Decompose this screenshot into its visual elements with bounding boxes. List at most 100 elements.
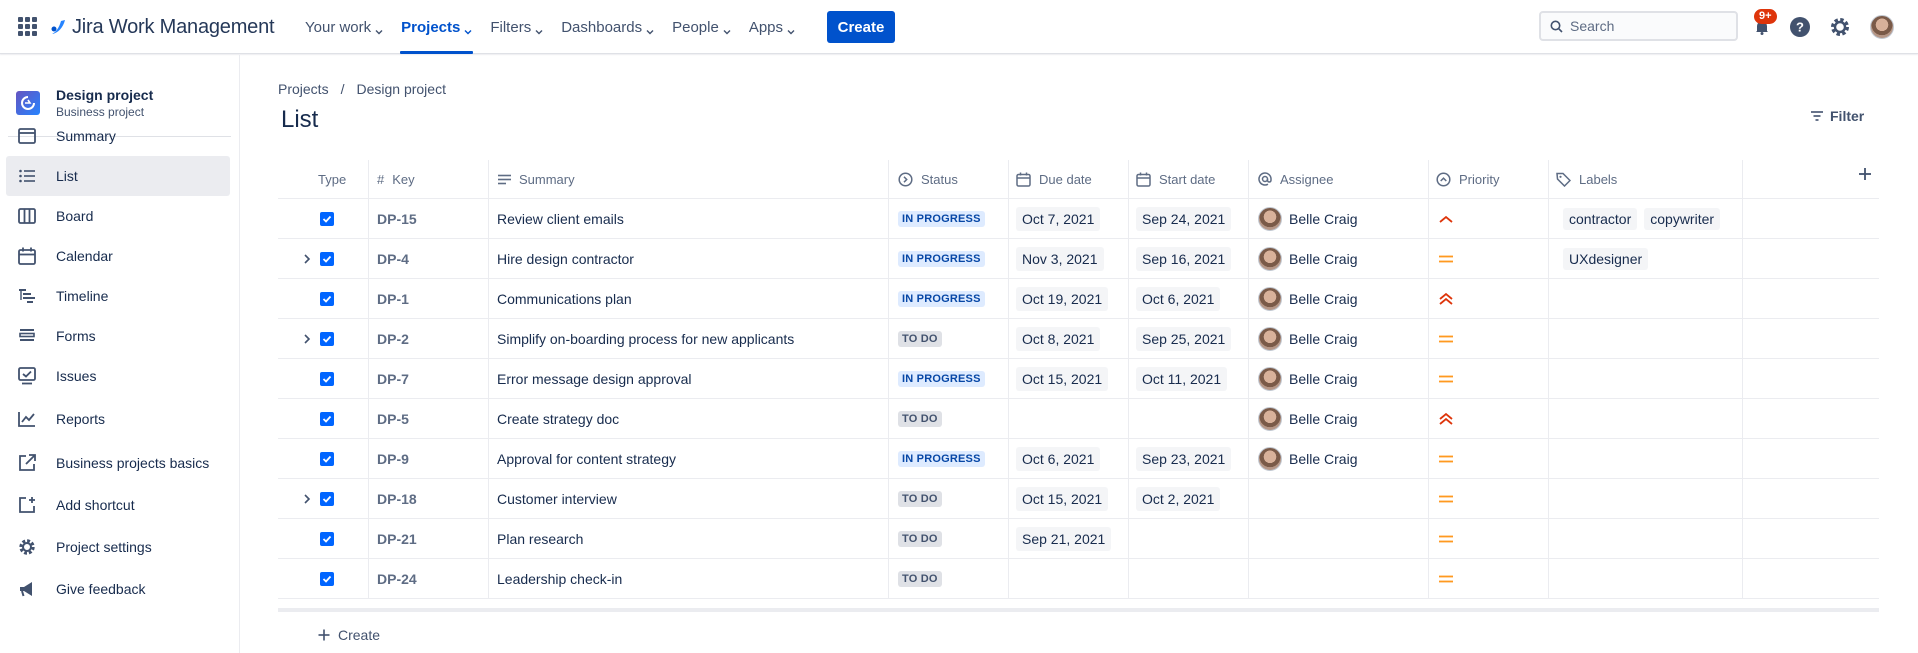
- column-header-assignee[interactable]: Assignee: [1258, 160, 1333, 198]
- breadcrumb-projects[interactable]: Projects: [278, 81, 329, 97]
- project-header[interactable]: Design project Business project: [16, 87, 153, 119]
- column-header-type[interactable]: Type: [318, 160, 346, 198]
- due-date-cell[interactable]: Oct 19, 2021: [1016, 279, 1109, 319]
- issue-key-link[interactable]: DP-2: [377, 331, 409, 347]
- assignee-cell[interactable]: Belle Craig: [1258, 279, 1357, 319]
- summary-cell[interactable]: Communications plan: [497, 279, 632, 319]
- add-column-button[interactable]: [1858, 167, 1872, 184]
- status-cell[interactable]: IN PROGRESS: [898, 359, 985, 399]
- status-cell[interactable]: TO DO: [898, 479, 942, 519]
- sidebar-item-reports[interactable]: Reports: [6, 399, 230, 439]
- issue-key-link[interactable]: DP-24: [377, 571, 417, 587]
- nav-your-work[interactable]: Your work: [296, 0, 392, 54]
- table-row[interactable]: DP-5 Create strategy doc TO DO Belle Craig: [278, 398, 1879, 438]
- column-header-key[interactable]: # Key: [377, 160, 415, 198]
- priority-cell[interactable]: [1438, 519, 1454, 559]
- assignee-cell[interactable]: Belle Craig: [1258, 359, 1357, 399]
- search-field[interactable]: [1539, 11, 1738, 41]
- issue-key-link[interactable]: DP-15: [377, 211, 417, 227]
- column-header-labels[interactable]: Labels: [1556, 160, 1617, 198]
- app-switcher-icon[interactable]: [18, 17, 37, 36]
- issue-key-link[interactable]: DP-7: [377, 371, 409, 387]
- status-cell[interactable]: IN PROGRESS: [898, 439, 985, 479]
- nav-filters[interactable]: Filters: [481, 0, 552, 54]
- sidebar-item-summary[interactable]: Summary: [6, 116, 230, 156]
- due-date-cell[interactable]: Oct 15, 2021: [1016, 479, 1109, 519]
- issue-key-link[interactable]: DP-1: [377, 291, 409, 307]
- nav-dashboards[interactable]: Dashboards: [552, 0, 663, 54]
- product-logo[interactable]: Jira Work Management: [50, 14, 275, 40]
- issue-key-link[interactable]: DP-9: [377, 451, 409, 467]
- sidebar-item-calendar[interactable]: Calendar: [6, 236, 230, 276]
- issue-key-link[interactable]: DP-4: [377, 251, 409, 267]
- priority-cell[interactable]: [1438, 319, 1454, 359]
- sidebar-item-board[interactable]: Board: [6, 196, 230, 236]
- due-date-cell[interactable]: Oct 15, 2021: [1016, 359, 1109, 399]
- summary-cell[interactable]: Customer interview: [497, 479, 617, 519]
- priority-cell[interactable]: [1438, 279, 1454, 319]
- profile-avatar[interactable]: [1870, 15, 1894, 39]
- sidebar-item-project-settings[interactable]: Project settings: [6, 527, 230, 567]
- table-row[interactable]: DP-15 Review client emails IN PROGRESS Oct …: [278, 198, 1879, 238]
- summary-cell[interactable]: Leadership check-in: [497, 559, 622, 599]
- start-date-cell[interactable]: Sep 16, 2021: [1136, 239, 1232, 279]
- assignee-cell[interactable]: Belle Craig: [1258, 399, 1357, 439]
- nav-people[interactable]: People: [663, 0, 740, 54]
- start-date-cell[interactable]: Sep 24, 2021: [1136, 199, 1232, 239]
- status-cell[interactable]: IN PROGRESS: [898, 199, 985, 239]
- summary-cell[interactable]: Simplify on-boarding process for new app…: [497, 319, 794, 359]
- summary-cell[interactable]: Hire design contractor: [497, 239, 634, 279]
- column-header-status[interactable]: Status: [898, 160, 958, 198]
- nav-apps[interactable]: Apps: [740, 0, 804, 54]
- assignee-cell[interactable]: Belle Craig: [1258, 319, 1357, 359]
- due-date-cell[interactable]: Oct 8, 2021: [1016, 319, 1101, 359]
- priority-cell[interactable]: [1438, 239, 1454, 279]
- start-date-cell[interactable]: Sep 23, 2021: [1136, 439, 1232, 479]
- assignee-cell[interactable]: Belle Craig: [1258, 239, 1357, 279]
- table-row[interactable]: DP-21 Plan research TO DO Sep 21, 2021: [278, 518, 1879, 558]
- table-row[interactable]: DP-7 Error message design approval IN PROG…: [278, 358, 1879, 398]
- table-row[interactable]: DP-1 Communications plan IN PROGRESS Oct 19…: [278, 278, 1879, 318]
- start-date-cell[interactable]: Sep 25, 2021: [1136, 319, 1232, 359]
- assignee-cell[interactable]: Belle Craig: [1258, 439, 1357, 479]
- table-row[interactable]: DP-9 Approval for content strategy IN PROG…: [278, 438, 1879, 478]
- table-bottom-scrollbar[interactable]: [278, 608, 1879, 612]
- table-row[interactable]: DP-2 Simplify on-boarding process for new…: [278, 318, 1879, 358]
- priority-cell[interactable]: [1438, 559, 1454, 599]
- due-date-cell[interactable]: Nov 3, 2021: [1016, 239, 1104, 279]
- expand-row-button[interactable]: [301, 319, 313, 359]
- sidebar-item-timeline[interactable]: Timeline: [6, 276, 230, 316]
- summary-cell[interactable]: Create strategy doc: [497, 399, 619, 439]
- start-date-cell[interactable]: Oct 2, 2021: [1136, 479, 1221, 519]
- priority-cell[interactable]: [1438, 479, 1454, 519]
- summary-cell[interactable]: Plan research: [497, 519, 583, 559]
- settings-button[interactable]: [1826, 13, 1854, 41]
- summary-cell[interactable]: Review client emails: [497, 199, 624, 239]
- table-row[interactable]: DP-18 Customer interview TO DO Oct 15, 2021…: [278, 478, 1879, 518]
- status-cell[interactable]: IN PROGRESS: [898, 239, 985, 279]
- status-cell[interactable]: TO DO: [898, 559, 942, 599]
- status-cell[interactable]: IN PROGRESS: [898, 279, 985, 319]
- column-header-due-date[interactable]: Due date: [1016, 160, 1092, 198]
- sidebar-item-forms[interactable]: Forms: [6, 316, 230, 356]
- expand-row-button[interactable]: [301, 239, 313, 279]
- create-button[interactable]: Create: [827, 11, 895, 43]
- summary-cell[interactable]: Error message design approval: [497, 359, 692, 399]
- sidebar-item-list[interactable]: List: [6, 156, 230, 196]
- start-date-cell[interactable]: Oct 11, 2021: [1136, 359, 1228, 399]
- assignee-cell[interactable]: Belle Craig: [1258, 199, 1357, 239]
- priority-cell[interactable]: [1438, 399, 1454, 439]
- create-issue-button[interactable]: Create: [318, 627, 380, 643]
- breadcrumb-design-project[interactable]: Design project: [356, 81, 446, 97]
- sidebar-item-business-projects-basics[interactable]: Business projects basics: [6, 443, 230, 483]
- column-header-start-date[interactable]: Start date: [1136, 160, 1215, 198]
- issue-key-link[interactable]: DP-18: [377, 491, 417, 507]
- expand-row-button[interactable]: [301, 479, 313, 519]
- summary-cell[interactable]: Approval for content strategy: [497, 439, 676, 479]
- start-date-cell[interactable]: Oct 6, 2021: [1136, 279, 1221, 319]
- sidebar-item-add-shortcut[interactable]: Add shortcut: [6, 485, 230, 525]
- column-header-summary[interactable]: Summary: [498, 160, 575, 198]
- search-input[interactable]: [1570, 18, 1720, 34]
- table-row[interactable]: DP-24 Leadership check-in TO DO: [278, 558, 1879, 598]
- table-row[interactable]: DP-4 Hire design contractor IN PROGRESS Nov…: [278, 238, 1879, 278]
